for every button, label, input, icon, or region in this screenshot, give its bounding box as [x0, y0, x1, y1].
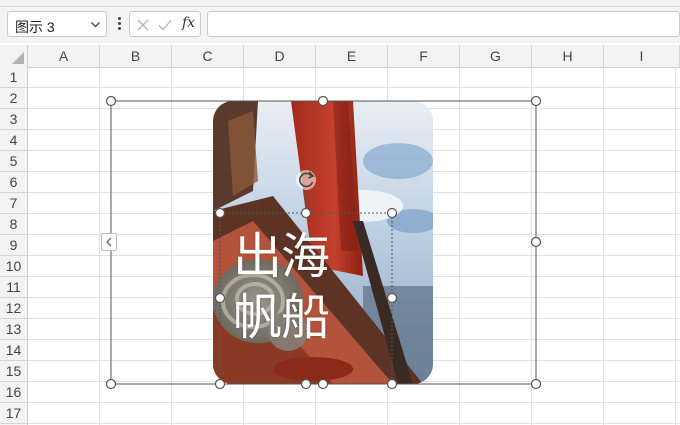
- resize-handle-se[interactable]: [530, 378, 542, 390]
- row-header-bar: 1 2 3 4 5 6 7 8 9 10 11 12 13 14 15 16 1…: [0, 67, 28, 425]
- row-header-4[interactable]: 4: [0, 130, 27, 151]
- name-box[interactable]: 图示 3: [7, 11, 107, 37]
- row-header-16[interactable]: 16: [0, 382, 27, 403]
- collapse-left-icon: [106, 237, 112, 247]
- column-header-i[interactable]: I: [604, 45, 680, 67]
- column-header-b[interactable]: B: [100, 45, 172, 67]
- resize-handle-ne[interactable]: [530, 95, 542, 107]
- text-pane-toggle[interactable]: [101, 233, 117, 251]
- graphic-text-line-2: 帆船: [233, 289, 330, 346]
- column-header-h[interactable]: H: [532, 45, 604, 67]
- more-vertical-icon[interactable]: [116, 15, 122, 33]
- text-handle-ne[interactable]: [386, 207, 398, 219]
- row-header-5[interactable]: 5: [0, 151, 27, 172]
- formula-bar-area: 图示 3 fx: [0, 7, 680, 43]
- name-box-value: 图示 3: [15, 19, 55, 35]
- column-header-a[interactable]: A: [28, 45, 100, 67]
- row-header-1[interactable]: 1: [0, 67, 27, 88]
- formula-buttons: fx: [129, 11, 201, 37]
- resize-handle-nw[interactable]: [105, 95, 117, 107]
- ribbon-bottom-edge: [0, 0, 680, 7]
- text-handle-nw[interactable]: [214, 207, 226, 219]
- text-handle-w[interactable]: [214, 292, 226, 304]
- cancel-icon[interactable]: [135, 17, 151, 33]
- rotate-icon[interactable]: [296, 170, 316, 190]
- resize-handle-s[interactable]: [317, 378, 329, 390]
- column-header-e[interactable]: E: [316, 45, 388, 67]
- confirm-icon[interactable]: [157, 17, 173, 33]
- select-all-button[interactable]: [0, 45, 28, 67]
- row-header-17[interactable]: 17: [0, 403, 27, 424]
- row-header-8[interactable]: 8: [0, 214, 27, 235]
- resize-handle-e[interactable]: [530, 236, 542, 248]
- row-header-11[interactable]: 11: [0, 277, 27, 298]
- text-handle-se[interactable]: [386, 378, 398, 390]
- row-header-6[interactable]: 6: [0, 172, 27, 193]
- resize-handle-n[interactable]: [317, 95, 329, 107]
- row-header-2[interactable]: 2: [0, 88, 27, 109]
- row-header-10[interactable]: 10: [0, 256, 27, 277]
- row-header-7[interactable]: 7: [0, 193, 27, 214]
- column-header-bar: A B C D E F G H I: [0, 45, 680, 68]
- row-header-14[interactable]: 14: [0, 340, 27, 361]
- column-header-c[interactable]: C: [172, 45, 244, 67]
- column-header-d[interactable]: D: [244, 45, 316, 67]
- column-header-g[interactable]: G: [460, 45, 532, 67]
- resize-handle-sw[interactable]: [105, 378, 117, 390]
- chevron-down-icon[interactable]: [90, 19, 101, 30]
- row-header-15[interactable]: 15: [0, 361, 27, 382]
- text-handle-s[interactable]: [300, 378, 312, 390]
- text-handle-sw[interactable]: [214, 378, 226, 390]
- function-icon[interactable]: fx: [182, 15, 195, 31]
- text-handle-n[interactable]: [300, 207, 312, 219]
- row-header-13[interactable]: 13: [0, 319, 27, 340]
- row-header-12[interactable]: 12: [0, 298, 27, 319]
- text-handle-e[interactable]: [386, 292, 398, 304]
- graphic-text-box[interactable]: 出海 帆船: [233, 226, 393, 348]
- row-header-3[interactable]: 3: [0, 109, 27, 130]
- select-all-triangle-icon: [12, 52, 24, 64]
- row-header-9[interactable]: 9: [0, 235, 27, 256]
- graphic-text-line-1: 出海: [233, 228, 330, 285]
- formula-input[interactable]: [207, 11, 680, 37]
- column-header-f[interactable]: F: [388, 45, 460, 67]
